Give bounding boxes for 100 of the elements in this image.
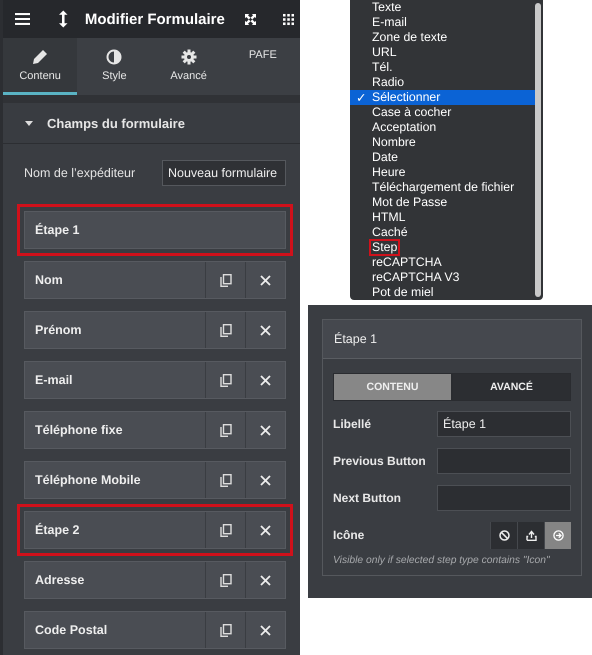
- pencil-icon: [32, 48, 48, 64]
- copy-icon: [220, 574, 232, 586]
- close-icon: [260, 474, 271, 486]
- input-field[interactable]: [437, 448, 571, 474]
- grid-icon[interactable]: [282, 12, 294, 26]
- input-field[interactable]: Étape 1: [437, 411, 571, 437]
- icon-choice-button[interactable]: [544, 522, 571, 548]
- vertical-arrows-icon[interactable]: [59, 9, 68, 29]
- option-label: Mot de Passe: [372, 195, 448, 209]
- option-label: reCAPTCHA: [372, 255, 442, 269]
- field-name: Étape 2: [34, 522, 80, 539]
- form-field-item[interactable]: Code Postal: [24, 611, 286, 649]
- option-label: Heure: [372, 165, 406, 179]
- form-field-item[interactable]: Nom: [24, 261, 286, 299]
- form-field-item[interactable]: E-mail: [24, 361, 286, 399]
- close-icon: [260, 574, 271, 586]
- option-label: Caché: [372, 225, 408, 239]
- expand-icon[interactable]: [244, 12, 256, 26]
- dropdown-option[interactable]: Tél.: [350, 60, 535, 75]
- field-name: Adresse: [34, 572, 86, 589]
- dropdown-option[interactable]: Date: [350, 150, 535, 165]
- option-label: Case à cocher: [372, 105, 452, 119]
- option-label: Texte: [372, 0, 402, 14]
- dropdown-option[interactable]: ✓ Sélectionner: [350, 90, 535, 105]
- close-icon: [260, 424, 271, 436]
- scrollbar[interactable]: [535, 3, 541, 297]
- icon-choice-button[interactable]: [517, 522, 544, 548]
- form-field-item[interactable]: Étape 2: [24, 511, 286, 549]
- field-name: Code Postal: [34, 622, 108, 639]
- dropdown-option[interactable]: reCAPTCHA V3: [350, 270, 535, 285]
- segment-tab[interactable]: AVANCÉ: [452, 373, 571, 401]
- arrow-circle-icon: [552, 530, 564, 540]
- hint-text: Visible only if selected step type contains "Icon": [333, 555, 551, 566]
- option-label: Pot de miel: [372, 285, 434, 299]
- close-icon: [260, 524, 271, 536]
- dropdown-option[interactable]: Texte: [350, 0, 535, 15]
- option-label: E-mail: [372, 15, 407, 29]
- icon-choice-button[interactable]: [490, 522, 517, 548]
- option-label: URL: [372, 45, 397, 59]
- dropdown-option[interactable]: Nombre: [350, 135, 535, 150]
- input-field[interactable]: [437, 485, 571, 511]
- form-field-item[interactable]: Téléphone fixe: [24, 411, 286, 449]
- card-title: Étape 1: [323, 320, 581, 359]
- dropdown-option[interactable]: E-mail: [350, 15, 535, 30]
- dropdown-option[interactable]: URL: [350, 45, 535, 60]
- field-name: E-mail: [34, 372, 74, 389]
- panel-tab[interactable]: Style: [77, 38, 152, 95]
- option-label: HTML: [372, 210, 406, 224]
- form-field-item[interactable]: Étape 1: [24, 211, 286, 249]
- form-field-item[interactable]: Prénom: [24, 311, 286, 349]
- dropdown-option[interactable]: Mot de Passe: [350, 195, 535, 210]
- dropdown-option[interactable]: Case à cocher: [350, 105, 535, 120]
- ban-icon: [498, 530, 510, 540]
- copy-icon: [220, 424, 232, 436]
- field-label: Libellé: [333, 417, 372, 431]
- dropdown-option[interactable]: HTML: [350, 210, 535, 225]
- option-label: reCAPTCHA V3: [372, 270, 460, 284]
- copy-icon: [220, 474, 232, 486]
- dropdown-option[interactable]: Téléchargement de fichier: [350, 180, 535, 195]
- field-label: Previous Button: [333, 454, 426, 468]
- panel-tab[interactable]: Avancé: [152, 38, 226, 95]
- option-label: Acceptation: [372, 120, 436, 134]
- copy-icon: [220, 624, 232, 636]
- option-label: Date: [372, 150, 398, 164]
- option-label: Tél.: [372, 60, 392, 74]
- dropdown-option[interactable]: Radio: [350, 75, 535, 90]
- option-label: Zone de texte: [372, 30, 448, 44]
- form-field-item[interactable]: Adresse: [24, 561, 286, 599]
- option-label: Step: [372, 240, 398, 254]
- field-name: Téléphone fixe: [34, 422, 124, 439]
- copy-icon: [220, 374, 232, 386]
- caret-icon: [25, 120, 33, 126]
- dropdown-option[interactable]: reCAPTCHA: [350, 255, 535, 270]
- copy-icon: [220, 274, 232, 286]
- option-label: Téléchargement de fichier: [372, 180, 514, 194]
- panel-tab[interactable]: Contenu: [3, 38, 78, 95]
- dropdown-option[interactable]: Heure: [350, 165, 535, 180]
- option-label: Nombre: [372, 135, 416, 149]
- field-name: Nom: [34, 272, 64, 289]
- panel-tab[interactable]: PAFE: [226, 38, 300, 95]
- copy-icon: [220, 524, 232, 536]
- option-label: Radio: [372, 75, 404, 89]
- dropdown-option[interactable]: Acceptation: [350, 120, 535, 135]
- field-label: Nom de l’expéditeur: [24, 166, 136, 180]
- check-mark: ✓: [356, 90, 366, 104]
- close-icon: [260, 374, 271, 386]
- contrast-icon: [106, 48, 122, 64]
- close-icon: [260, 274, 271, 286]
- input-field[interactable]: Nouveau formulaire: [162, 160, 286, 186]
- field-label: Icône: [333, 528, 364, 542]
- menu-icon[interactable]: [15, 12, 30, 26]
- dropdown-option[interactable]: Caché: [350, 225, 535, 240]
- field-name: Prénom: [34, 322, 83, 339]
- dropdown-option[interactable]: Pot de miel: [350, 285, 535, 300]
- dropdown-option[interactable]: Zone de texte: [350, 30, 535, 45]
- copy-icon: [220, 324, 232, 336]
- form-field-item[interactable]: Téléphone Mobile: [24, 461, 286, 499]
- dropdown-option[interactable]: Step: [350, 240, 535, 255]
- option-label: Sélectionner: [372, 90, 440, 104]
- field-label: Next Button: [333, 491, 401, 505]
